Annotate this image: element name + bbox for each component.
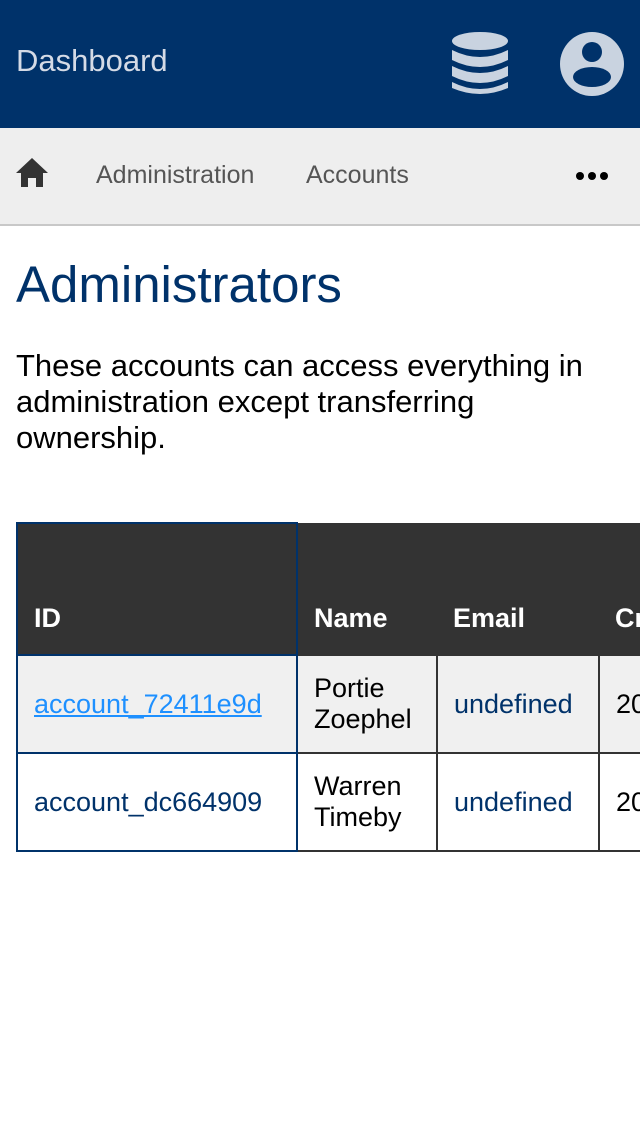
administrators-table: ID Name Email Cr account_72411e9d Portie… [16, 522, 640, 852]
column-header-name[interactable]: Name [297, 523, 437, 655]
account-created-cell: 20 05 [598, 752, 640, 852]
account-email-cell: undefined [436, 654, 600, 754]
app-title[interactable]: Dashboard [16, 42, 168, 80]
account-name-cell: Warren Timeby [296, 752, 438, 852]
user-circle-icon [560, 32, 624, 96]
column-header-created[interactable]: Cr [599, 523, 640, 655]
column-header-email[interactable]: Email [437, 523, 599, 655]
page-title: Administrators [16, 256, 342, 313]
home-icon[interactable] [14, 156, 50, 190]
user-account-button[interactable] [558, 30, 626, 98]
top-app-bar: Dashboard [0, 0, 640, 128]
breadcrumb-administration[interactable]: Administration [96, 160, 254, 190]
account-id-link[interactable]: account_72411e9d [34, 689, 262, 719]
page-description: These accounts can access everything in … [16, 348, 583, 455]
administrators-table-container[interactable]: ID Name Email Cr account_72411e9d Portie… [16, 522, 640, 852]
account-created-cell: 20 05 [598, 654, 640, 754]
database-icon [452, 32, 508, 94]
account-id-cell: account_72411e9d [16, 654, 298, 754]
account-id-cell: account_dc664909 [16, 752, 298, 852]
table-header-row: ID Name Email Cr [16, 522, 640, 656]
table-row: account_72411e9d Portie Zoephel undefine… [16, 654, 640, 754]
database-button[interactable] [448, 30, 512, 98]
account-email-cell: undefined [436, 752, 600, 852]
table-row: account_dc664909 Warren Timeby undefined… [16, 752, 640, 852]
account-name-cell: Portie Zoephel [296, 654, 438, 754]
ellipsis-icon[interactable] [572, 166, 612, 186]
column-header-id[interactable]: ID [16, 522, 298, 656]
breadcrumb-accounts[interactable]: Accounts [306, 160, 409, 190]
